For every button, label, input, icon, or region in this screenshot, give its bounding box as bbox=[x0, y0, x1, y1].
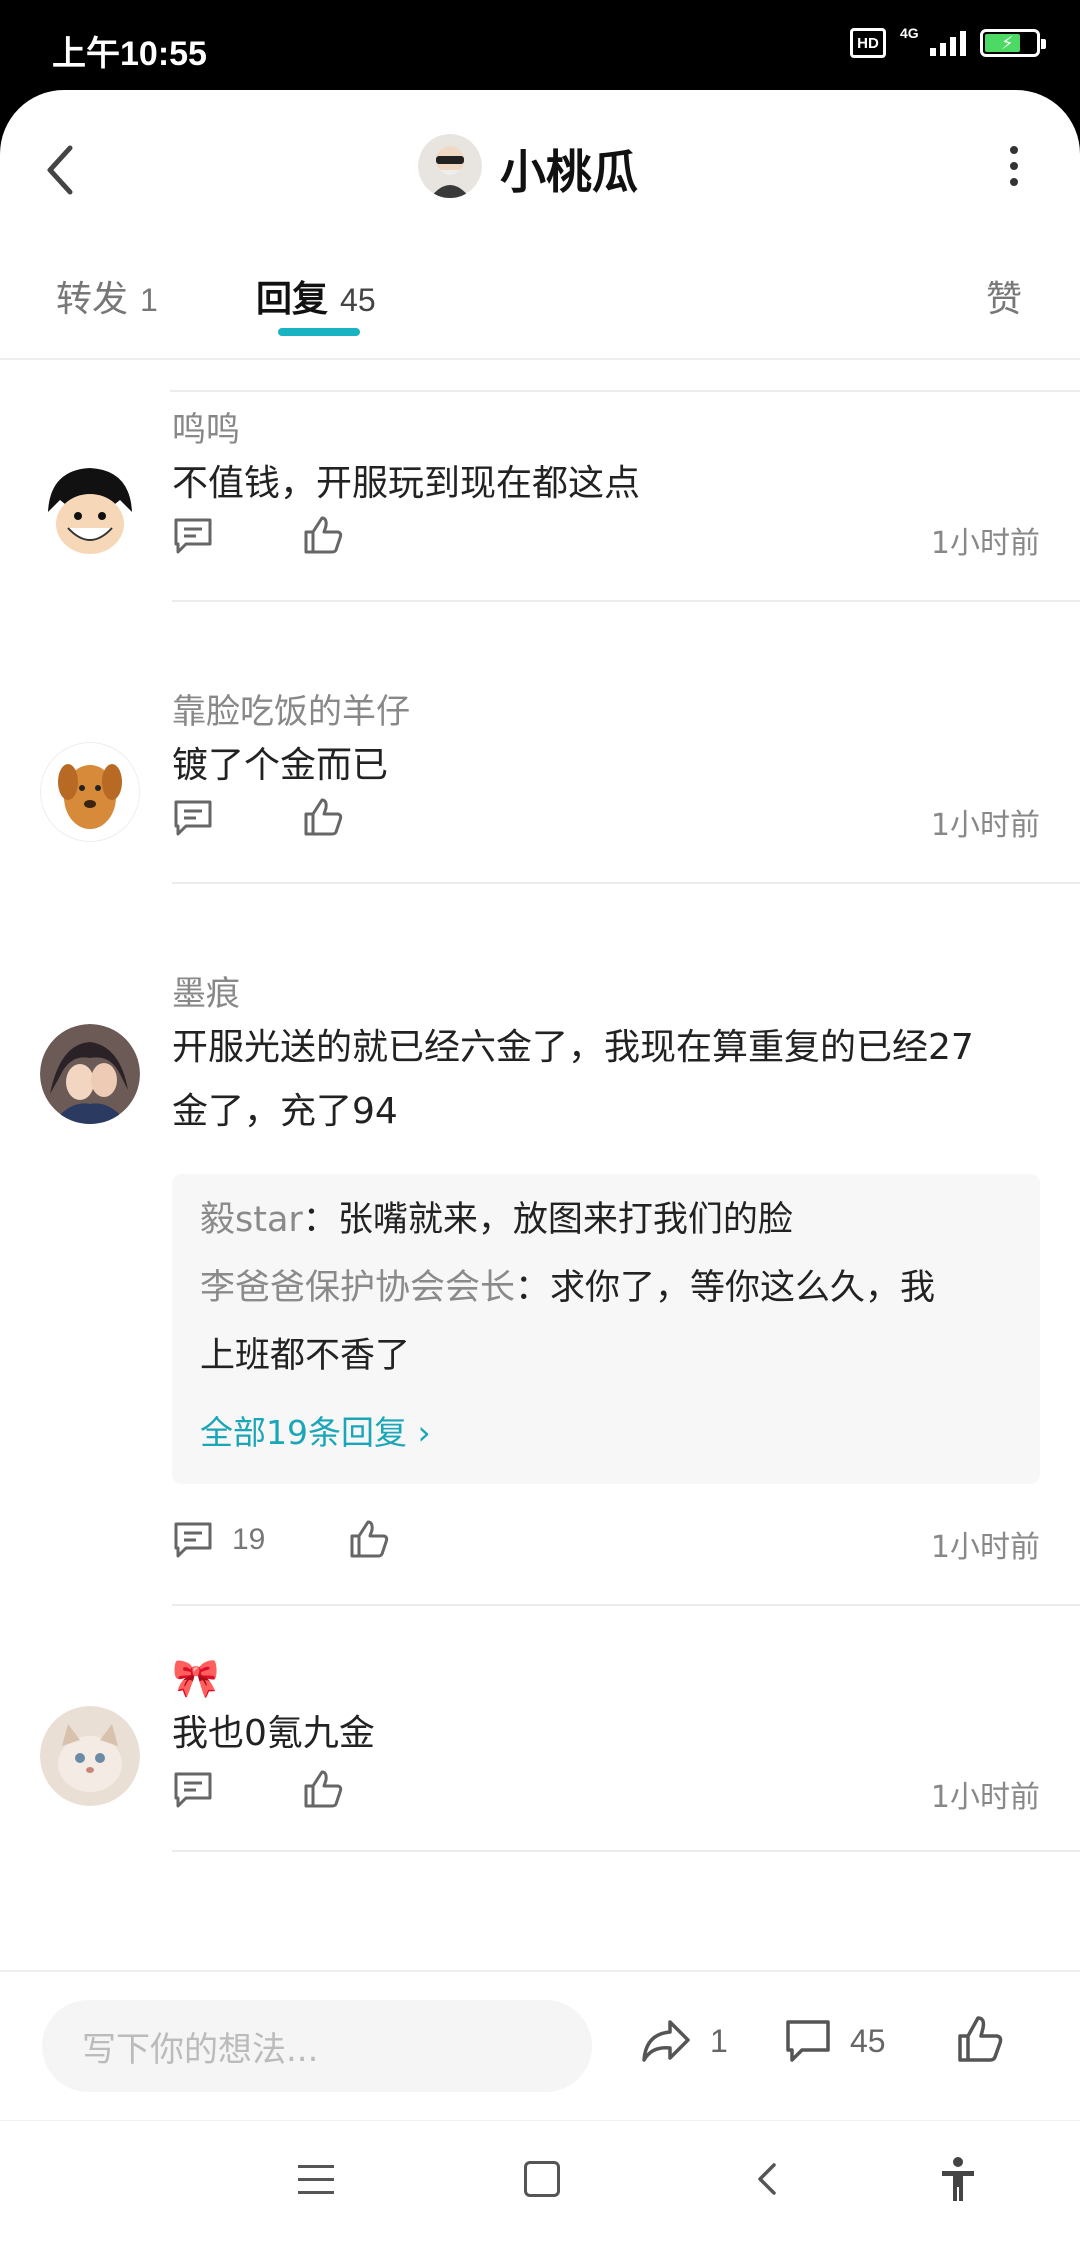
system-nav-bar bbox=[0, 2120, 1080, 2248]
comment-button[interactable]: 45 bbox=[784, 2018, 886, 2064]
comment-icon bbox=[174, 1772, 212, 1808]
like-button[interactable] bbox=[302, 514, 344, 560]
tab-likes[interactable]: 赞 bbox=[986, 270, 1022, 322]
comment-icon bbox=[174, 800, 212, 836]
comment-text-line: 金了，充了94 bbox=[172, 1091, 398, 1132]
comment-text-line: 开服光送的就已经六金了，我现在算重复的已经27 bbox=[172, 1027, 974, 1068]
tab-reposts[interactable]: 转发 1 bbox=[56, 270, 158, 322]
comment-actions: 19 1小时前 bbox=[172, 1512, 1040, 1572]
comment-text: 不值钱，开服玩到现在都这点 bbox=[172, 463, 641, 504]
reply-text-cont: 上班都不香了 bbox=[200, 1336, 411, 1376]
tab-label: 赞 bbox=[986, 279, 1023, 320]
comment-actions: 1小时前 bbox=[172, 508, 1040, 568]
reply-author[interactable]: 李爸爸保护协会会长 bbox=[200, 1268, 515, 1308]
commenter-name[interactable]: 靠脸吃饭的羊仔 bbox=[172, 684, 410, 733]
reply-button[interactable] bbox=[172, 516, 214, 556]
comment-icon bbox=[174, 518, 212, 554]
share-count: 1 bbox=[710, 2022, 728, 2059]
status-icons: HD 4G ⚡ bbox=[850, 25, 1046, 58]
home-icon[interactable] bbox=[524, 2161, 560, 2197]
page-title: 小桃瓜 bbox=[500, 145, 638, 199]
share-icon bbox=[642, 2020, 690, 2062]
like-post-button[interactable] bbox=[956, 2014, 1004, 2068]
divider bbox=[172, 882, 1080, 884]
thumbs-up-icon bbox=[304, 1770, 343, 1808]
commenter-name[interactable]: 墨痕 bbox=[172, 966, 240, 1015]
like-button[interactable] bbox=[348, 1518, 390, 1564]
comment-input[interactable]: 写下你的想法... bbox=[42, 2000, 592, 2092]
tab-replies[interactable]: 回复 45 bbox=[256, 270, 376, 322]
more-options-icon[interactable] bbox=[1008, 146, 1020, 192]
reply-text: 求你了，等你这么久，我 bbox=[550, 1268, 936, 1308]
network-type-label: 4G bbox=[900, 24, 919, 41]
share-button[interactable]: 1 bbox=[640, 2018, 728, 2064]
commenter-name[interactable]: 🎀 bbox=[172, 1656, 219, 1701]
tab-label: 转发 bbox=[56, 279, 129, 320]
comment-actions: 1小时前 bbox=[172, 1762, 1040, 1822]
comment-time: 1小时前 bbox=[930, 526, 1040, 561]
screen: 小桃瓜 转发 1 回复 45 赞 鸣鸣 不值钱，开服玩到现在都这点 1小时前 靠… bbox=[0, 90, 1080, 2248]
thumbs-up-icon bbox=[304, 798, 343, 836]
reply-button[interactable]: 19 bbox=[172, 1520, 265, 1560]
commenter-name[interactable]: 鸣鸣 bbox=[172, 402, 240, 451]
comment-time: 1小时前 bbox=[930, 1780, 1040, 1815]
like-button[interactable] bbox=[302, 796, 344, 842]
reply-count: 19 bbox=[232, 1523, 266, 1556]
comment-count: 45 bbox=[850, 2022, 886, 2059]
reply-author[interactable]: 毅star bbox=[200, 1200, 303, 1240]
tab-label: 回复 bbox=[256, 279, 329, 320]
view-all-replies-link[interactable]: 全部19条回复 › bbox=[200, 1406, 431, 1454]
battery-icon: ⚡ bbox=[980, 29, 1046, 57]
divider bbox=[172, 1850, 1080, 1852]
author-avatar[interactable] bbox=[418, 134, 482, 198]
system-back-icon[interactable] bbox=[752, 2159, 782, 2199]
tab-bar: 转发 1 回复 45 赞 bbox=[0, 240, 1080, 360]
divider bbox=[172, 1604, 1080, 1606]
reply-button[interactable] bbox=[172, 1770, 214, 1810]
active-tab-indicator bbox=[278, 328, 360, 336]
comment-time: 1小时前 bbox=[930, 808, 1040, 843]
avatar[interactable] bbox=[40, 1706, 140, 1806]
status-time: 上午10:55 bbox=[52, 35, 207, 73]
reply-separator: ： bbox=[515, 1268, 551, 1308]
avatar[interactable] bbox=[40, 1024, 140, 1124]
tab-count: 1 bbox=[140, 282, 158, 318]
thumbs-up-icon bbox=[958, 2016, 1003, 2062]
comment-text: 开服光送的就已经六金了，我现在算重复的已经27 金了，充了94 bbox=[172, 1016, 1040, 1144]
status-bar: 上午10:55 HD 4G ⚡ bbox=[0, 0, 1080, 90]
comment-actions: 1小时前 bbox=[172, 790, 1040, 850]
signal-icon: 4G bbox=[900, 25, 966, 56]
divider bbox=[170, 390, 1080, 392]
comment-text: 我也0氪九金 bbox=[172, 1713, 375, 1754]
avatar[interactable] bbox=[40, 460, 140, 560]
thumbs-up-icon bbox=[350, 1520, 389, 1558]
comment-icon bbox=[174, 1522, 212, 1558]
divider bbox=[172, 600, 1080, 602]
recent-apps-icon[interactable] bbox=[298, 2165, 334, 2195]
reply-preview: 李爸爸保护协会会长：求你了，等你这么久，我上班都不香了 bbox=[200, 1254, 1012, 1390]
comment-text: 镀了个金而已 bbox=[172, 745, 389, 786]
reply-button[interactable] bbox=[172, 798, 214, 838]
comment-time: 1小时前 bbox=[930, 1530, 1040, 1565]
tab-count: 45 bbox=[340, 282, 376, 318]
top-app-bar: 小桃瓜 bbox=[0, 90, 1080, 240]
avatar[interactable] bbox=[40, 742, 140, 842]
reply-text: 张嘴就来，放图来打我们的脸 bbox=[337, 1200, 793, 1240]
bottom-action-bar: 写下你的想法... 1 45 bbox=[0, 1970, 1080, 2120]
reply-preview-box[interactable]: 毅star：张嘴就来，放图来打我们的脸 李爸爸保护协会会长：求你了，等你这么久，… bbox=[172, 1174, 1040, 1484]
thumbs-up-icon bbox=[304, 516, 343, 554]
hd-icon: HD bbox=[850, 28, 886, 58]
comment-bubble-icon bbox=[786, 2020, 830, 2062]
accessibility-icon[interactable] bbox=[938, 2155, 978, 2203]
back-arrow-icon[interactable] bbox=[40, 140, 80, 200]
reply-separator: ： bbox=[302, 1200, 338, 1240]
like-button[interactable] bbox=[302, 1768, 344, 1814]
reply-preview: 毅star：张嘴就来，放图来打我们的脸 bbox=[200, 1186, 1012, 1254]
